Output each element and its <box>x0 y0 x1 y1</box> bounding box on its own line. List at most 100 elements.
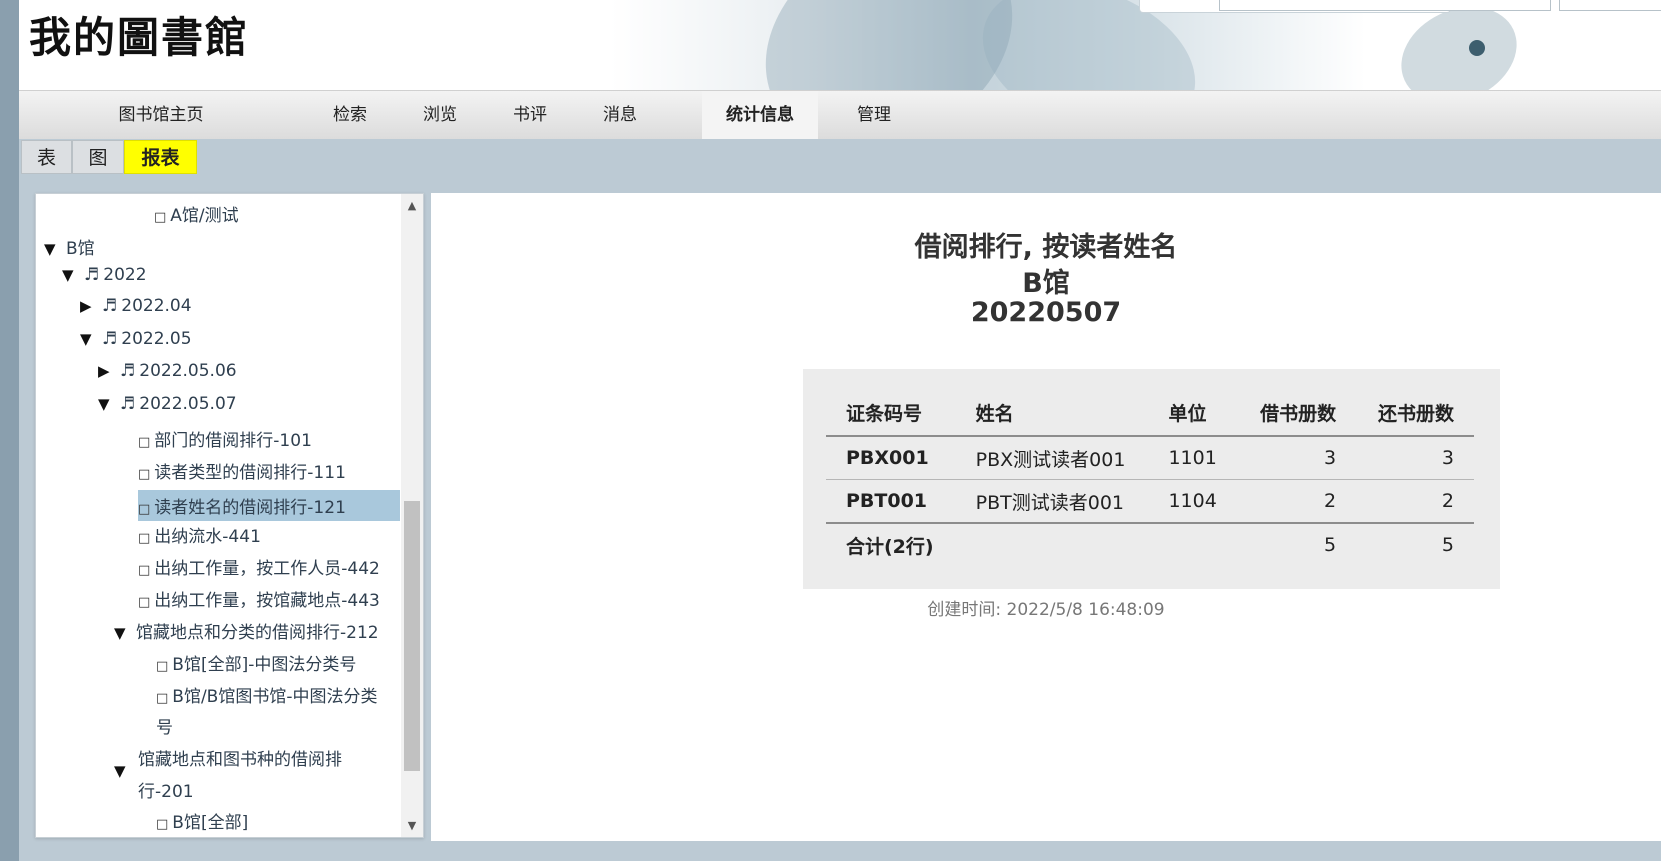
tree-node[interactable]: □ 出纳工作量，按工作人员-442 <box>138 554 380 579</box>
nav-statistics[interactable]: 统计信息 <box>702 91 818 139</box>
square-icon: □ <box>156 659 169 674</box>
empty-cell <box>955 522 1149 566</box>
tree-node-selected[interactable]: □ 读者姓名的借阅排行-121 <box>138 490 400 521</box>
tree-node[interactable]: □ 出纳工作量，按馆藏地点-443 <box>138 586 380 611</box>
tree-node-label: 2022.04 <box>121 296 192 316</box>
expand-toggle-icon[interactable]: ▼ <box>114 762 136 780</box>
total-return-cell: 5 <box>1356 522 1474 566</box>
tree-node-label: 行-201 <box>138 782 194 802</box>
tree-node-label: 2022.05.07 <box>139 394 237 414</box>
borrow-count-cell: 3 <box>1238 436 1357 480</box>
expand-toggle-icon[interactable]: ▼ <box>114 624 136 642</box>
library-logo: 我的圖書館 <box>29 13 250 62</box>
tree-node[interactable]: ▼ B馆 <box>44 234 95 259</box>
scroll-up-arrow-icon[interactable]: ▲ <box>401 199 423 212</box>
header-banner: 我的圖書館 <box>19 0 1661 90</box>
tree-node[interactable]: ▶ ♬ 2022.04 <box>80 296 192 316</box>
tree-node-label: B馆[全部]-中图法分类号 <box>172 655 357 675</box>
report-content: 借阅排行, 按读者姓名 B馆 20220507 证条码号 姓名 单位 借书册数 … <box>431 193 1661 841</box>
tree-node[interactable]: □ 读者类型的借阅排行-111 <box>138 458 346 483</box>
expand-toggle-icon[interactable]: ▶ <box>98 362 120 380</box>
tree-node[interactable]: ▼ ♬ 2022 <box>62 265 147 285</box>
column-header: 证条码号 <box>826 389 956 437</box>
table-row: PBT001 PBT测试读者001 1104 2 2 <box>826 479 1474 524</box>
nav-search[interactable]: 检索 <box>315 91 385 139</box>
column-header: 姓名 <box>955 389 1149 437</box>
table-total-row: 合计(2行) 5 5 <box>826 522 1474 566</box>
tab-chart[interactable]: 图 <box>72 140 124 174</box>
square-icon: □ <box>138 435 151 450</box>
nav-admin[interactable]: 管理 <box>839 91 909 139</box>
tree-node-label: 部门的借阅排行-101 <box>154 431 312 451</box>
tree-node-label: A馆/测试 <box>170 206 239 226</box>
nav-reviews[interactable]: 书评 <box>495 91 565 139</box>
tree-node-wrap: 行-201 <box>138 777 194 802</box>
tree-node-label: 馆藏地点和分类的借阅排行-212 <box>136 623 379 643</box>
expand-toggle-icon[interactable]: ▼ <box>44 240 66 258</box>
total-label-cell: 合计(2行) <box>826 522 956 566</box>
unit-cell: 1101 <box>1148 436 1239 480</box>
tree-node-label: B馆/B馆图书馆-中图法分类 <box>172 687 378 707</box>
tree-node-wrap: 号 <box>156 713 173 738</box>
barcode-cell: PBX001 <box>826 436 956 480</box>
header-input-box[interactable] <box>1219 0 1551 11</box>
tree-node-label: 号 <box>156 718 173 738</box>
square-icon: □ <box>156 817 169 832</box>
scroll-down-arrow-icon[interactable]: ▼ <box>401 819 423 832</box>
tree-node[interactable]: □ A馆/测试 <box>154 201 239 226</box>
tab-table[interactable]: 表 <box>21 140 72 174</box>
return-count-cell: 3 <box>1356 436 1474 480</box>
report-subtitle-date: 20220507 <box>970 297 1122 328</box>
expand-toggle-icon[interactable]: ▼ <box>62 266 84 284</box>
tree-node[interactable]: □ B馆[全部] <box>156 808 248 833</box>
tree-node-label: 出纳工作量，按馆藏地点-443 <box>154 591 380 611</box>
music-note-icon: ♬ <box>84 265 100 285</box>
column-header: 单位 <box>1148 389 1239 437</box>
expand-toggle-icon[interactable]: ▼ <box>80 330 102 348</box>
header-input-box[interactable] <box>1559 0 1661 11</box>
created-time: 创建时间: 2022/5/8 16:48:09 <box>927 600 1165 620</box>
tree-node-label-line: 馆藏地点和图书种的借阅排 <box>138 745 342 770</box>
tab-report[interactable]: 报表 <box>124 140 197 174</box>
music-note-icon: ♬ <box>120 394 136 414</box>
square-icon: □ <box>156 691 169 706</box>
tree-node-label: B馆 <box>66 239 95 259</box>
square-icon: □ <box>138 467 151 482</box>
tree-node[interactable]: □ B馆[全部]-中图法分类号 <box>156 650 356 675</box>
expand-toggle-icon[interactable]: ▼ <box>98 395 120 413</box>
nav-messages[interactable]: 消息 <box>585 91 655 139</box>
nav-browse[interactable]: 浏览 <box>405 91 475 139</box>
scroll-thumb[interactable] <box>404 501 420 771</box>
tree-scrollbar[interactable]: ▲ ▼ <box>401 194 423 837</box>
tree-node[interactable]: ▶ ♬ 2022.05.06 <box>98 361 237 381</box>
flower-decoration <box>961 0 1217 90</box>
tree-node[interactable]: ▼ ♬ 2022.05 <box>80 329 192 349</box>
unit-cell: 1104 <box>1148 479 1239 524</box>
table-row: PBX001 PBX测试读者001 1101 3 3 <box>826 436 1474 480</box>
square-icon: □ <box>138 531 151 546</box>
tree-node-label: 2022 <box>103 265 147 285</box>
total-borrow-cell: 5 <box>1238 522 1357 566</box>
report-title: 借阅排行, 按读者姓名 <box>914 232 1178 263</box>
tree-node[interactable]: □ 出纳流水-441 <box>138 522 261 547</box>
tree-node-label: 2022.05.06 <box>139 361 237 381</box>
report-subtitle-library: B馆 <box>1022 268 1070 299</box>
tree-node[interactable]: □ B馆/B馆图书馆-中图法分类 <box>156 682 377 707</box>
square-icon: □ <box>138 563 151 578</box>
tree-node[interactable]: ▼ ♬ 2022.05.07 <box>98 394 237 414</box>
expand-toggle-icon[interactable]: ▶ <box>80 297 102 315</box>
tree-node-label: 2022.05 <box>121 329 192 349</box>
square-icon: □ <box>138 502 151 517</box>
tree-node[interactable]: □ 部门的借阅排行-101 <box>138 426 312 451</box>
tree-node-label: 馆藏地点和图书种的借阅排 <box>138 750 342 770</box>
nav-library-home[interactable]: 图书馆主页 <box>89 91 233 139</box>
square-icon: □ <box>154 210 167 225</box>
tree-node[interactable]: ▼ <box>114 761 136 781</box>
music-note-icon: ♬ <box>102 329 118 349</box>
main-nav: 图书馆主页 检索 浏览 书评 消息 统计信息 管理 <box>19 90 1661 139</box>
tree-node-label: 出纳工作量，按工作人员-442 <box>154 559 380 579</box>
left-edge-bar <box>0 0 19 861</box>
flower-decoration <box>1385 0 1533 90</box>
tree-node-label: 读者类型的借阅排行-111 <box>154 463 346 483</box>
tree-node[interactable]: ▼ 馆藏地点和分类的借阅排行-212 <box>114 618 379 643</box>
